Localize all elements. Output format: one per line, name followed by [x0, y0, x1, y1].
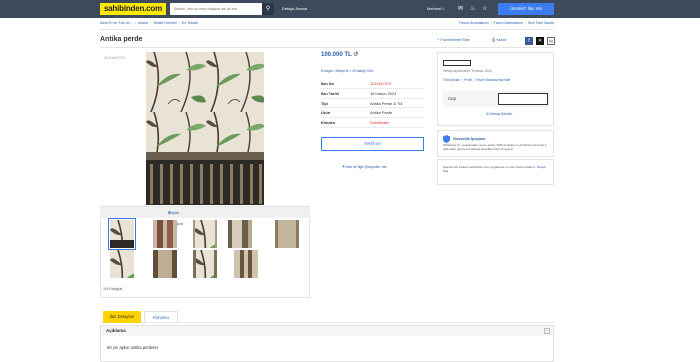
- location-district[interactable]: Akşehir: [335, 68, 348, 73]
- phone-box: Cep: [443, 91, 550, 107]
- safety-tips-title: Güvenlik İpuçları: [453, 136, 486, 141]
- location-city[interactable]: Konya: [321, 68, 332, 73]
- detail-value: Sahibinden: [370, 120, 390, 126]
- quick-link[interactable]: Favori Aramalarım: [494, 21, 523, 25]
- detail-row: İlan No 1211467379: [321, 79, 424, 89]
- report-listing-link[interactable]: ⚑ İlan ile İlgili Şikayetim Var: [342, 165, 387, 169]
- detail-value: Antika Perde & Tül: [370, 100, 403, 106]
- curtain-photo: [146, 52, 264, 205]
- quick-link[interactable]: Size Özel İlanlar: [528, 21, 554, 25]
- detail-key: Kimden: [321, 120, 336, 126]
- shield-icon: [443, 135, 450, 143]
- search-input[interactable]: [170, 3, 260, 15]
- quick-links: Favori Aramalarım | Favori Aramalarım | Size…: [459, 20, 554, 27]
- thumbnail[interactable]: [153, 220, 177, 248]
- favorites-star-icon[interactable]: ☆: [482, 0, 487, 18]
- safety-tips-text-2: İşlemlerinizi sadece sahibinden.com uygu…: [443, 165, 551, 173]
- tab-location[interactable]: Konumu: [144, 311, 178, 323]
- seller-name-redacted: [443, 60, 471, 66]
- favorite-seller-link[interactable]: Favori Satıcılarıma ekle: [476, 78, 511, 82]
- detail-value: 16 Kasım 2024: [370, 90, 397, 96]
- listing-tabs: İlan Detayları Konumu: [100, 311, 554, 323]
- photo-counter: 1/9 Fotoğraf: [103, 287, 123, 291]
- phone-number-redacted[interactable]: [498, 93, 548, 105]
- thumbnail[interactable]: [228, 220, 252, 248]
- detail-key: Ürün: [321, 110, 331, 116]
- breadcrumb-item[interactable]: Ev Tekstili: [182, 21, 198, 25]
- breadcrumb-item[interactable]: Tekstil Ürünleri: [153, 21, 177, 25]
- big-photo-bar[interactable]: ⚲ Büyük Fotoğraf: [100, 206, 310, 226]
- top-navigation-bar: sahibinden.com ⚲ Detaylı Arama Mehmet I.…: [0, 0, 700, 18]
- listing-details-table: İlan No 1211467379 İlan Tarihi 16 Kasım 20…: [321, 79, 424, 128]
- price-value: 100.000 TL: [321, 52, 352, 58]
- detail-value: Antika Perde: [370, 110, 393, 116]
- breadcrumb-item[interactable]: Antika: [138, 21, 148, 25]
- description-heading: Açıklama: [106, 328, 126, 333]
- detail-key: İlan No: [321, 81, 334, 86]
- make-offer-button[interactable]: Teklif ver: [321, 137, 424, 151]
- thumbnail[interactable]: [234, 250, 258, 278]
- safety-tips-text-2-body: İşlemlerinizi sadece sahibinden.com uygu…: [443, 165, 537, 169]
- report-listing-label: İlan ile İlgili Şikayetim Var: [346, 165, 387, 169]
- sahibinden-logo[interactable]: sahibinden.com: [100, 3, 166, 15]
- thumbnail[interactable]: [110, 250, 134, 278]
- detail-row: Kimden Sahibinden: [321, 118, 424, 128]
- location-neighborhood[interactable]: Ortaköy Mh.: [352, 68, 374, 73]
- detail-row: Tipi Antika Perde & Tül: [321, 99, 424, 109]
- user-menu[interactable]: Mehmet I.: [427, 0, 445, 18]
- facebook-share-icon[interactable]: f: [525, 37, 533, 45]
- thumbnail[interactable]: [193, 250, 217, 278]
- thumbnail[interactable]: [108, 218, 136, 250]
- quick-link[interactable]: Favori Aramalarım: [459, 21, 488, 25]
- listing-location: Konya / Akşehir / Ortaköy Mh.: [321, 68, 374, 73]
- safety-tips-text: WhatsApp vb. uygulamalar veya e-posta, S…: [443, 143, 547, 151]
- seller-all-ads-link[interactable]: Tüm İlanları: [443, 78, 460, 82]
- notification-bell-icon[interactable]: ♨: [470, 0, 475, 18]
- post-free-ad-button[interactable]: Ücretsiz* İlan Ver: [498, 3, 554, 15]
- email-share-icon[interactable]: ✉: [547, 37, 555, 45]
- listing-title: Antika perde: [100, 36, 143, 43]
- thumbnail[interactable]: [193, 220, 217, 248]
- search-box: ⚲: [170, 3, 274, 15]
- description-header: Açıklama ⌃: [101, 326, 553, 336]
- x-share-icon[interactable]: ✕: [536, 37, 544, 45]
- seller-profile-link[interactable]: Profil: [464, 78, 472, 82]
- seller-links: Tüm İlanları | Profil | Favori Satıcılarıma …: [443, 78, 510, 82]
- description-panel: Açıklama ⌃ 60 yılı aşkın antika perdeler: [100, 325, 554, 362]
- send-message-link[interactable]: ✉ Mesaj Gönder: [486, 112, 513, 116]
- listing-price: 100.000 TL ↺: [321, 51, 358, 58]
- divider: [100, 29, 554, 30]
- main-listing-photo[interactable]: [146, 52, 264, 205]
- safety-tips-box-2: İşlemlerinizi sadece sahibinden.com uygu…: [437, 159, 554, 185]
- breadcrumb: İkinci El ve Sıfır Alı... › Antika › Tekstil…: [100, 20, 198, 27]
- thumbnail-strip: [100, 218, 310, 298]
- chat-icon[interactable]: ✉: [458, 0, 463, 18]
- print-link[interactable]: ⎙ Yazdır: [492, 38, 507, 42]
- member-since: Hesap açma tarihi: Temmuz 2024: [443, 69, 493, 73]
- safety-tips-box: Güvenlik İpuçları WhatsApp vb. uygulamal…: [437, 130, 554, 157]
- print-label: Yazdır: [496, 38, 507, 42]
- thumbnail[interactable]: [153, 250, 177, 278]
- collapse-icon[interactable]: ⌃: [544, 328, 550, 334]
- breadcrumb-item[interactable]: İkinci El ve Sıfır Alı...: [100, 21, 133, 25]
- search-icon[interactable]: ⚲: [262, 3, 274, 15]
- divider: [100, 47, 554, 48]
- advanced-search-link[interactable]: Detaylı Arama: [282, 0, 307, 18]
- detail-key: Tipi: [321, 100, 328, 106]
- thumbnail[interactable]: [275, 220, 299, 248]
- add-to-favorites-link[interactable]: + Favorilerime Ekle: [437, 38, 470, 42]
- seller-card: Hesap açma tarihi: Temmuz 2024 Tüm İlanl…: [437, 52, 554, 126]
- send-message-label: Mesaj Gönder: [490, 112, 513, 116]
- add-to-favorites-label: Favorilerime Ekle: [440, 38, 470, 42]
- detail-key: İlan Tarihi: [321, 90, 340, 96]
- description-text: 60 yılı aşkın antika perdeler: [107, 345, 159, 350]
- phone-label: Cep: [448, 96, 457, 101]
- detail-row: Ürün Antika Perde: [321, 108, 424, 119]
- detail-row: İlan Tarihi 16 Kasım 2024: [321, 89, 424, 99]
- detail-value: 1211467379: [370, 81, 392, 86]
- ad-number: #1211467379: [104, 56, 125, 60]
- price-history-icon[interactable]: ↺: [353, 52, 358, 58]
- tab-listing-details[interactable]: İlan Detayları: [103, 311, 141, 323]
